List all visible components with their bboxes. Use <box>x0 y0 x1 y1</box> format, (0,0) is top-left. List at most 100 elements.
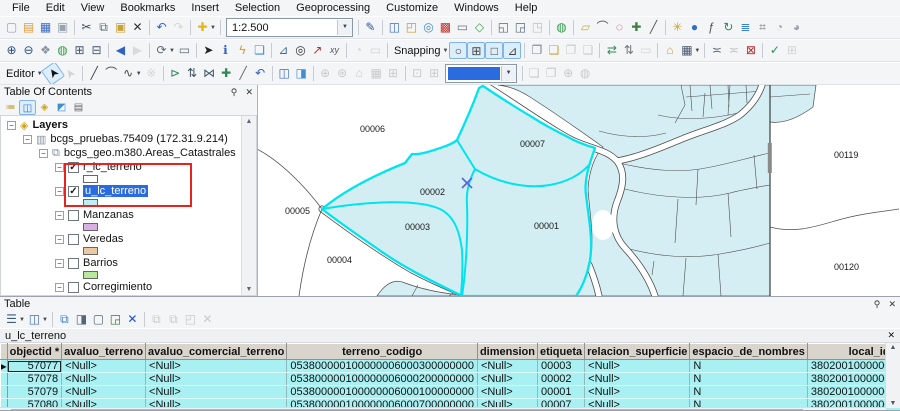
cut-polygons-icon[interactable]: ⋈ <box>201 65 218 82</box>
layer-label[interactable]: Barrios <box>83 257 118 269</box>
sketch-properties-icon[interactable]: ◨ <box>293 65 310 82</box>
link-table-icon[interactable]: ⇅ <box>620 42 637 59</box>
topology-error-icon[interactable]: ⊠ <box>742 42 759 59</box>
full-extent-icon[interactable]: ◍ <box>54 42 71 59</box>
refresh-extent-icon[interactable]: ⟳ <box>153 42 170 59</box>
layer-visibility-checkbox[interactable] <box>68 210 79 221</box>
toc-item-corregimiento[interactable]: −Corregimiento <box>1 280 256 294</box>
table-tab-close-icon[interactable]: ✕ <box>887 330 895 341</box>
fixed-zoom-out-icon[interactable]: ⊟ <box>88 42 105 59</box>
reshape-feature-icon[interactable]: ⇅ <box>184 65 201 82</box>
toc-item-layers[interactable]: −◈Layers <box>1 118 256 132</box>
straight-segment-icon[interactable]: ╱ <box>86 65 103 82</box>
cell[interactable]: N <box>690 360 808 373</box>
tangent-tool-icon[interactable]: ╱ <box>645 19 662 36</box>
zoom-in-icon[interactable]: ⊕ <box>3 42 20 59</box>
column-header-terreno-codigo[interactable]: terreno_codigo <box>287 344 478 360</box>
expander-icon[interactable]: − <box>39 149 48 158</box>
search-window-icon[interactable]: ◎ <box>420 19 437 36</box>
identify-icon[interactable]: ℹ <box>217 42 234 59</box>
measure-icon[interactable]: ⊿ <box>275 42 292 59</box>
list-by-drawing-order-icon[interactable]: ≔ <box>2 100 19 115</box>
cell[interactable]: N <box>690 373 808 386</box>
editor-menu[interactable]: Editor <box>3 68 38 80</box>
grid-vertical-scrollbar[interactable]: ▲ ▼ <box>885 343 900 408</box>
editor-toolbar-toggle-icon[interactable]: ✎ <box>362 19 379 36</box>
expander-icon[interactable]: − <box>7 121 16 130</box>
cell[interactable]: 00003 <box>537 360 584 373</box>
menu-bookmarks[interactable]: Bookmarks <box>112 1 183 15</box>
hyperlink-icon[interactable]: ϟ <box>234 42 251 59</box>
scroll-down-icon[interactable]: ▼ <box>246 286 253 293</box>
cogo-d-icon[interactable]: ▦ <box>368 65 385 82</box>
paste-icon[interactable]: ▣ <box>112 19 129 36</box>
column-header-avaluo-comercial-terreno[interactable]: avaluo_comercial_terreno <box>146 344 287 360</box>
print-icon[interactable]: ▣ <box>54 19 71 36</box>
back-extent-icon[interactable]: ◀ <box>112 42 129 59</box>
python-window-icon[interactable]: ▭ <box>454 19 471 36</box>
menu-help[interactable]: Help <box>507 1 546 15</box>
grid-tool-icon[interactable]: ⌗ <box>754 19 771 36</box>
precision-b-icon[interactable]: ⊞ <box>426 65 443 82</box>
suppress-tool-icon[interactable]: ƒ <box>703 19 720 36</box>
expander-icon[interactable]: − <box>55 259 64 268</box>
vertex-tool-icon[interactable]: ✚ <box>628 19 645 36</box>
construct-d-icon[interactable]: ◍ <box>577 65 594 82</box>
menu-selection[interactable]: Selection <box>227 1 288 15</box>
feature-cache-icon-dropdown[interactable]: ▼ <box>694 48 700 54</box>
snapping-menu-dropdown-icon[interactable]: ▼ <box>442 48 448 54</box>
find-route-icon[interactable]: ↗ <box>309 42 326 59</box>
cogo-c-icon[interactable]: ⌂ <box>351 65 368 82</box>
topology-b-icon[interactable]: ≍ <box>725 42 742 59</box>
cell[interactable]: <Null> <box>146 386 287 399</box>
table-of-contents-window-icon[interactable]: ◫ <box>386 19 403 36</box>
row-selector-header[interactable] <box>1 344 8 360</box>
toc-vertical-scrollbar[interactable]: ▲ ▼ <box>241 116 256 295</box>
map-scale-combo-arrow-icon[interactable]: ▼ <box>337 20 352 35</box>
precision-a-icon[interactable]: ⊡ <box>409 65 426 82</box>
row-selector[interactable] <box>1 373 8 386</box>
layer-label[interactable]: Veredas <box>83 233 123 245</box>
table-row[interactable]: 57078<Null><Null>05380000010000000600020… <box>1 373 900 386</box>
expander-icon[interactable]: − <box>23 135 32 144</box>
move-feature-icon[interactable]: ✚ <box>218 65 235 82</box>
map-view[interactable]: 0000600007001190000200005000030000100004… <box>258 85 900 296</box>
cell[interactable]: N <box>690 386 808 399</box>
cell[interactable]: 57077 <box>7 360 62 373</box>
save-icon[interactable]: ▦ <box>37 19 54 36</box>
time-slider-icon[interactable]: ◔ <box>350 42 367 59</box>
edit-vertices-icon[interactable]: ⊳ <box>167 65 184 82</box>
construct-b-icon[interactable]: ❐ <box>543 65 560 82</box>
snap-end-icon[interactable]: ⊞ <box>467 42 485 59</box>
delete-row-icon[interactable]: ✕ <box>199 311 216 328</box>
cell[interactable]: 57079 <box>7 386 62 399</box>
extent-window-icon[interactable]: ▭ <box>176 42 193 59</box>
attributes-window-icon[interactable]: ◫ <box>276 65 293 82</box>
snapping-menu[interactable]: Snapping <box>391 45 444 57</box>
more-tools-icon[interactable]: ⊞ <box>783 42 800 59</box>
cell[interactable]: 053800000100000006000300000000 <box>287 360 478 373</box>
row-selector[interactable] <box>1 386 8 399</box>
pin-icon[interactable]: ⚲ <box>231 87 238 97</box>
insert-row-icon[interactable]: ◰ <box>182 311 199 328</box>
new-map-icon[interactable]: ▢ <box>3 19 20 36</box>
cell[interactable]: <Null> <box>62 386 146 399</box>
list-by-visibility-icon[interactable]: ◈ <box>36 100 53 115</box>
table-options-icon[interactable]: ☰ <box>3 311 20 328</box>
globe-tool-icon[interactable]: ● <box>686 19 703 36</box>
cell[interactable]: 053800000100000006000200000000 <box>287 373 478 386</box>
table-tab-label[interactable]: u_lc_terreno <box>5 330 66 342</box>
delete-icon[interactable]: ✕ <box>129 19 146 36</box>
viewer-icon[interactable]: ▭ <box>367 42 384 59</box>
menu-geoprocessing[interactable]: Geoprocessing <box>288 1 378 15</box>
spin-tool-icon[interactable]: ↻ <box>720 19 737 36</box>
modelbuilder-icon[interactable]: ◇ <box>471 19 488 36</box>
go-to-xy-icon[interactable]: xy <box>326 42 343 59</box>
menu-windows[interactable]: Windows <box>446 1 507 15</box>
cell[interactable]: 053800000100000006000100000000 <box>287 386 478 399</box>
expander-icon[interactable]: − <box>55 187 64 196</box>
copy-rows-icon[interactable]: ⧉ <box>148 311 165 328</box>
snap-vertex-icon[interactable]: □ <box>485 42 503 59</box>
template-combo-arrow-icon[interactable]: ▼ <box>501 66 516 81</box>
split-tool-icon[interactable]: ╱ <box>235 65 252 82</box>
